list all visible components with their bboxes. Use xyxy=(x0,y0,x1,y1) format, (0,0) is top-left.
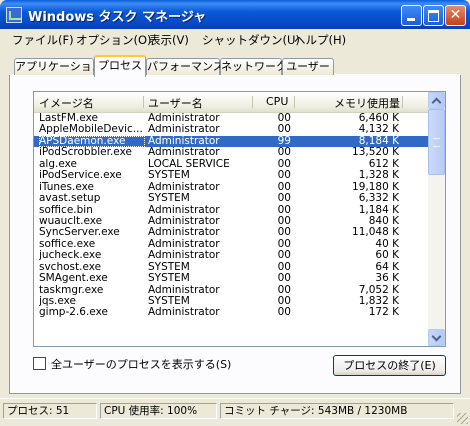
column-image-name[interactable]: イメージ名 xyxy=(39,95,94,111)
cell-image-name: soffice.bin xyxy=(39,204,93,216)
column-user-name[interactable]: ユーザー名 xyxy=(148,95,203,111)
table-row[interactable]: soffice.exe Administrator 00 40 K xyxy=(34,238,430,250)
column-divider[interactable] xyxy=(143,96,144,108)
cell-image-name: SyncServer.exe xyxy=(39,227,120,239)
cell-image-name: SMAgent.exe xyxy=(39,273,108,285)
cell-cpu: 00 xyxy=(277,306,291,319)
cell-image-name: AppleMobileDevic... xyxy=(39,124,143,136)
process-list[interactable]: イメージ名 ユーザー名 CPU メモリ使用量 LastFM.exe Adminis… xyxy=(33,91,446,347)
status-commit-charge: コミット チャージ: 543MB / 1230MB xyxy=(220,403,454,419)
cell-image-name: jucheck.exe xyxy=(39,250,102,262)
cell-image-name: svchost.exe xyxy=(39,261,102,273)
tab-applications[interactable]: アプリケーション xyxy=(14,58,103,75)
cell-memory: 1,328 K xyxy=(358,169,399,182)
cell-cpu: 00 xyxy=(277,169,291,182)
tab-users[interactable]: ユーザー xyxy=(282,58,334,75)
menu-view[interactable]: 表示(V) xyxy=(149,32,189,48)
cell-user-name: Administrator xyxy=(148,307,220,319)
cell-user-name: Administrator xyxy=(148,284,220,296)
table-row[interactable]: svchost.exe SYSTEM 00 64 K xyxy=(34,261,430,273)
menu-file[interactable]: ファイル(F) xyxy=(12,32,74,48)
close-icon: ✕ xyxy=(449,7,462,23)
menu-shutdown[interactable]: シャットダウン(U) xyxy=(202,32,300,48)
cell-memory: 172 K xyxy=(368,306,399,319)
tab-processes[interactable]: プロセス xyxy=(94,55,146,77)
column-memory[interactable]: メモリ使用量 xyxy=(334,95,400,111)
cell-image-name: soffice.exe xyxy=(39,238,96,250)
column-divider[interactable] xyxy=(402,96,403,108)
cell-image-name: jqs.exe xyxy=(39,296,77,307)
tab-networking[interactable]: ネットワーク xyxy=(220,58,287,75)
table-row[interactable]: avast.setup SYSTEM 00 6,332 K xyxy=(34,192,430,205)
menu-help[interactable]: ヘルプ(H) xyxy=(294,32,346,48)
menu-options[interactable]: オプション(O) xyxy=(76,32,152,48)
cell-image-name: wuauclt.exe xyxy=(39,215,103,227)
cell-user-name: SYSTEM xyxy=(148,296,190,307)
scroll-down-icon[interactable] xyxy=(428,329,445,346)
scroll-up-icon[interactable] xyxy=(428,92,445,109)
table-row[interactable]: SMAgent.exe SYSTEM 00 36 K xyxy=(34,272,430,285)
column-divider[interactable] xyxy=(294,96,295,108)
table-row[interactable]: jucheck.exe Administrator 00 60 K xyxy=(34,249,430,262)
maximize-button[interactable] xyxy=(423,5,444,26)
list-header: イメージ名 ユーザー名 CPU メモリ使用量 xyxy=(34,92,430,113)
tab-performance[interactable]: パフォーマンス xyxy=(146,58,224,75)
taskmgr-app-icon xyxy=(6,7,22,23)
cell-cpu: 00 xyxy=(277,192,291,205)
cell-memory: 6,332 K xyxy=(358,192,399,205)
scroll-thumb[interactable] xyxy=(428,109,445,175)
cell-user-name: Administrator xyxy=(148,238,220,250)
cell-user-name: Administrator xyxy=(148,181,220,193)
cell-user-name: SYSTEM xyxy=(148,273,190,285)
status-bar: プロセス: 51 CPU 使用率: 100% コミット チャージ: 543MB … xyxy=(0,398,470,426)
cell-image-name: gimp-2.6.exe xyxy=(39,307,108,319)
vertical-scrollbar[interactable] xyxy=(428,92,445,346)
end-process-button[interactable]: プロセスの終了(E) xyxy=(333,355,446,376)
cell-image-name: iPodScrobbler.exe xyxy=(39,147,132,159)
cell-user-name: Administrator xyxy=(148,204,220,216)
cell-image-name: LastFM.exe xyxy=(39,113,98,124)
show-all-users-checkbox[interactable] xyxy=(33,357,46,370)
cell-user-name: Administrator xyxy=(148,113,220,124)
title-bar[interactable]: Windows タスク マネージャ ✕ xyxy=(0,0,470,29)
cell-user-name: Administrator xyxy=(148,124,220,136)
show-all-users-label[interactable]: 全ユーザーのプロセスを表示する(S) xyxy=(51,356,231,372)
table-row[interactable]: iPodService.exe SYSTEM 00 1,328 K xyxy=(34,169,430,182)
table-row[interactable]: gimp-2.6.exe Administrator 00 172 K xyxy=(34,306,430,319)
cell-user-name: Administrator xyxy=(148,135,220,147)
status-process-count: プロセス: 51 xyxy=(3,403,97,419)
cell-memory: 60 K xyxy=(375,249,399,262)
cell-image-name: taskmgr.exe xyxy=(39,284,104,296)
cell-image-name: iTunes.exe xyxy=(39,181,94,193)
process-rows: LastFM.exe Administrator 00 6,460 K AppleMob… xyxy=(34,112,430,319)
menu-bar: ファイル(F) オプション(O) 表示(V) シャットダウン(U) ヘルプ(H) xyxy=(4,29,466,49)
cell-user-name: LOCAL SERVICE xyxy=(148,158,230,170)
cell-cpu: 00 xyxy=(277,272,291,285)
cell-user-name: Administrator xyxy=(148,227,220,239)
cell-user-name: Administrator xyxy=(148,147,220,159)
cell-memory: 36 K xyxy=(375,272,399,285)
status-cpu-usage: CPU 使用率: 100% xyxy=(100,403,217,419)
cell-image-name: iPodService.exe xyxy=(39,170,122,182)
cell-image-name: avast.setup xyxy=(39,193,101,205)
minimize-button[interactable] xyxy=(401,5,422,26)
cell-cpu: 00 xyxy=(277,249,291,262)
cell-user-name: SYSTEM xyxy=(148,261,190,273)
cell-user-name: Administrator xyxy=(148,215,220,227)
table-row[interactable]: SyncServer.exe Administrator 00 11,048 K xyxy=(34,226,430,239)
column-cpu[interactable]: CPU xyxy=(266,95,288,108)
window-title: Windows タスク マネージャ xyxy=(28,10,207,25)
cell-image-name: APSDaemon.exe xyxy=(39,135,145,148)
cell-user-name: Administrator xyxy=(148,250,220,262)
resize-grip-icon[interactable] xyxy=(457,413,468,424)
close-button[interactable]: ✕ xyxy=(445,5,466,26)
cell-image-name: alg.exe xyxy=(39,158,77,170)
column-divider[interactable] xyxy=(252,96,253,108)
cell-user-name: SYSTEM xyxy=(148,193,190,205)
cell-user-name: SYSTEM xyxy=(148,170,190,182)
